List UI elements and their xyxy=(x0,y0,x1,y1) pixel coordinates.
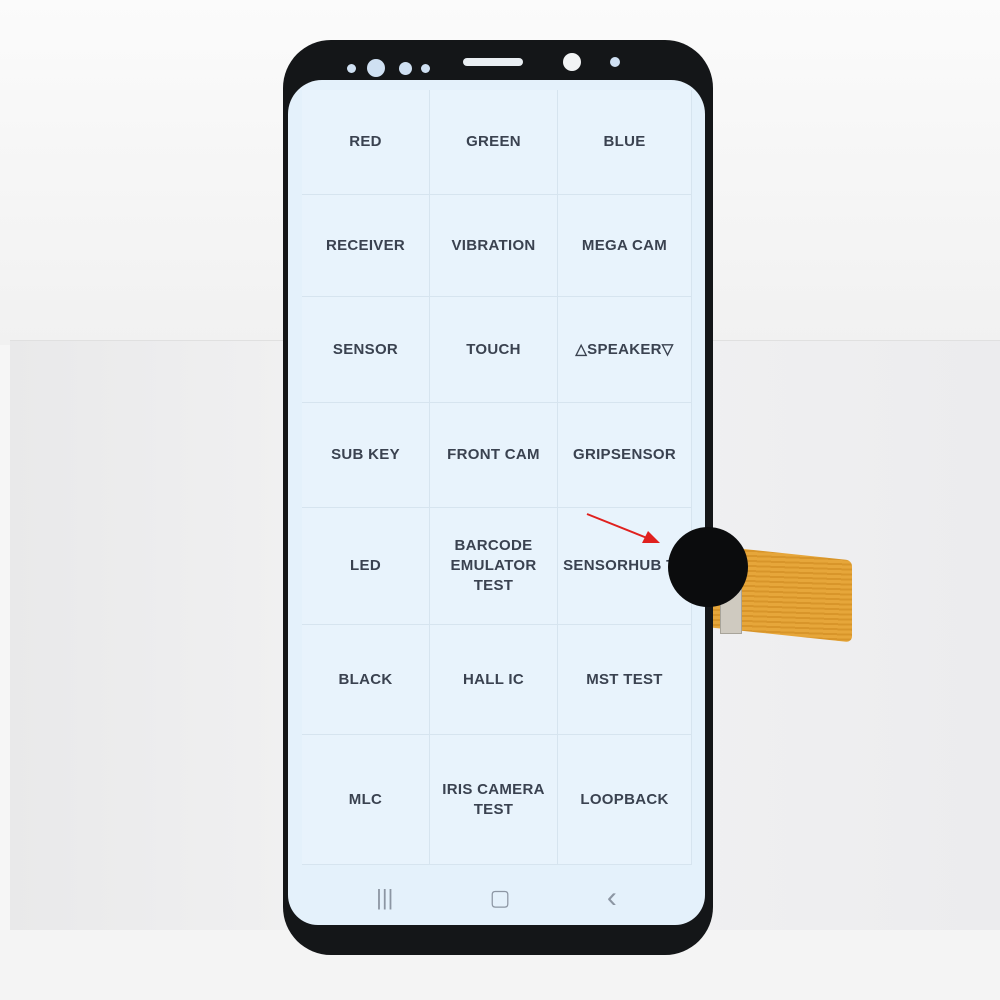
test-button[interactable]: SENSOR xyxy=(302,297,430,403)
sensor-dot xyxy=(347,64,356,73)
sensor-dot xyxy=(421,64,430,73)
iris-camera xyxy=(367,59,385,77)
test-button[interactable]: MLC xyxy=(302,735,430,865)
screen: RED GREEN BLUE RECEIVER VIBRATION MEGA CAM SEN… xyxy=(288,80,705,925)
test-button[interactable]: SUB KEY xyxy=(302,403,430,508)
test-button[interactable]: LOOPBACK xyxy=(558,735,692,865)
test-button[interactable]: HALL IC xyxy=(430,625,558,735)
test-button[interactable]: GREEN xyxy=(430,90,558,195)
test-button[interactable]: MEGA CAM xyxy=(558,195,692,297)
test-button[interactable]: VIBRATION xyxy=(430,195,558,297)
test-button[interactable]: BLUE xyxy=(558,90,692,195)
test-button[interactable]: FRONT CAM xyxy=(430,403,558,508)
test-button[interactable]: BARCODE EMULATOR TEST xyxy=(430,508,558,625)
test-button[interactable]: △SPEAKER▽ xyxy=(558,297,692,403)
test-menu-grid: RED GREEN BLUE RECEIVER VIBRATION MEGA CAM SEN… xyxy=(302,90,692,870)
navigation-bar: ||| ▢ ‹ xyxy=(288,870,705,925)
test-button[interactable]: BLACK xyxy=(302,625,430,735)
test-button[interactable]: GRIPSENSOR xyxy=(558,403,692,508)
test-button[interactable]: LED xyxy=(302,508,430,625)
back-button[interactable]: ‹ xyxy=(607,881,617,915)
test-button[interactable]: MST TEST xyxy=(558,625,692,735)
test-button[interactable]: RED xyxy=(302,90,430,195)
front-camera xyxy=(563,53,581,71)
home-button[interactable]: ▢ xyxy=(490,885,511,911)
earpiece-speaker xyxy=(463,58,523,66)
red-arrow-icon xyxy=(586,513,660,543)
test-button[interactable]: IRIS CAMERA TEST xyxy=(430,735,558,865)
black-circle-overlay xyxy=(668,527,748,607)
phone: RED GREEN BLUE RECEIVER VIBRATION MEGA CAM SEN… xyxy=(283,40,748,955)
sensor-dot xyxy=(399,62,412,75)
test-button[interactable]: RECEIVER xyxy=(302,195,430,297)
sensor-dot xyxy=(610,57,620,67)
recent-apps-button[interactable]: ||| xyxy=(376,885,393,911)
test-button[interactable]: TOUCH xyxy=(430,297,558,403)
